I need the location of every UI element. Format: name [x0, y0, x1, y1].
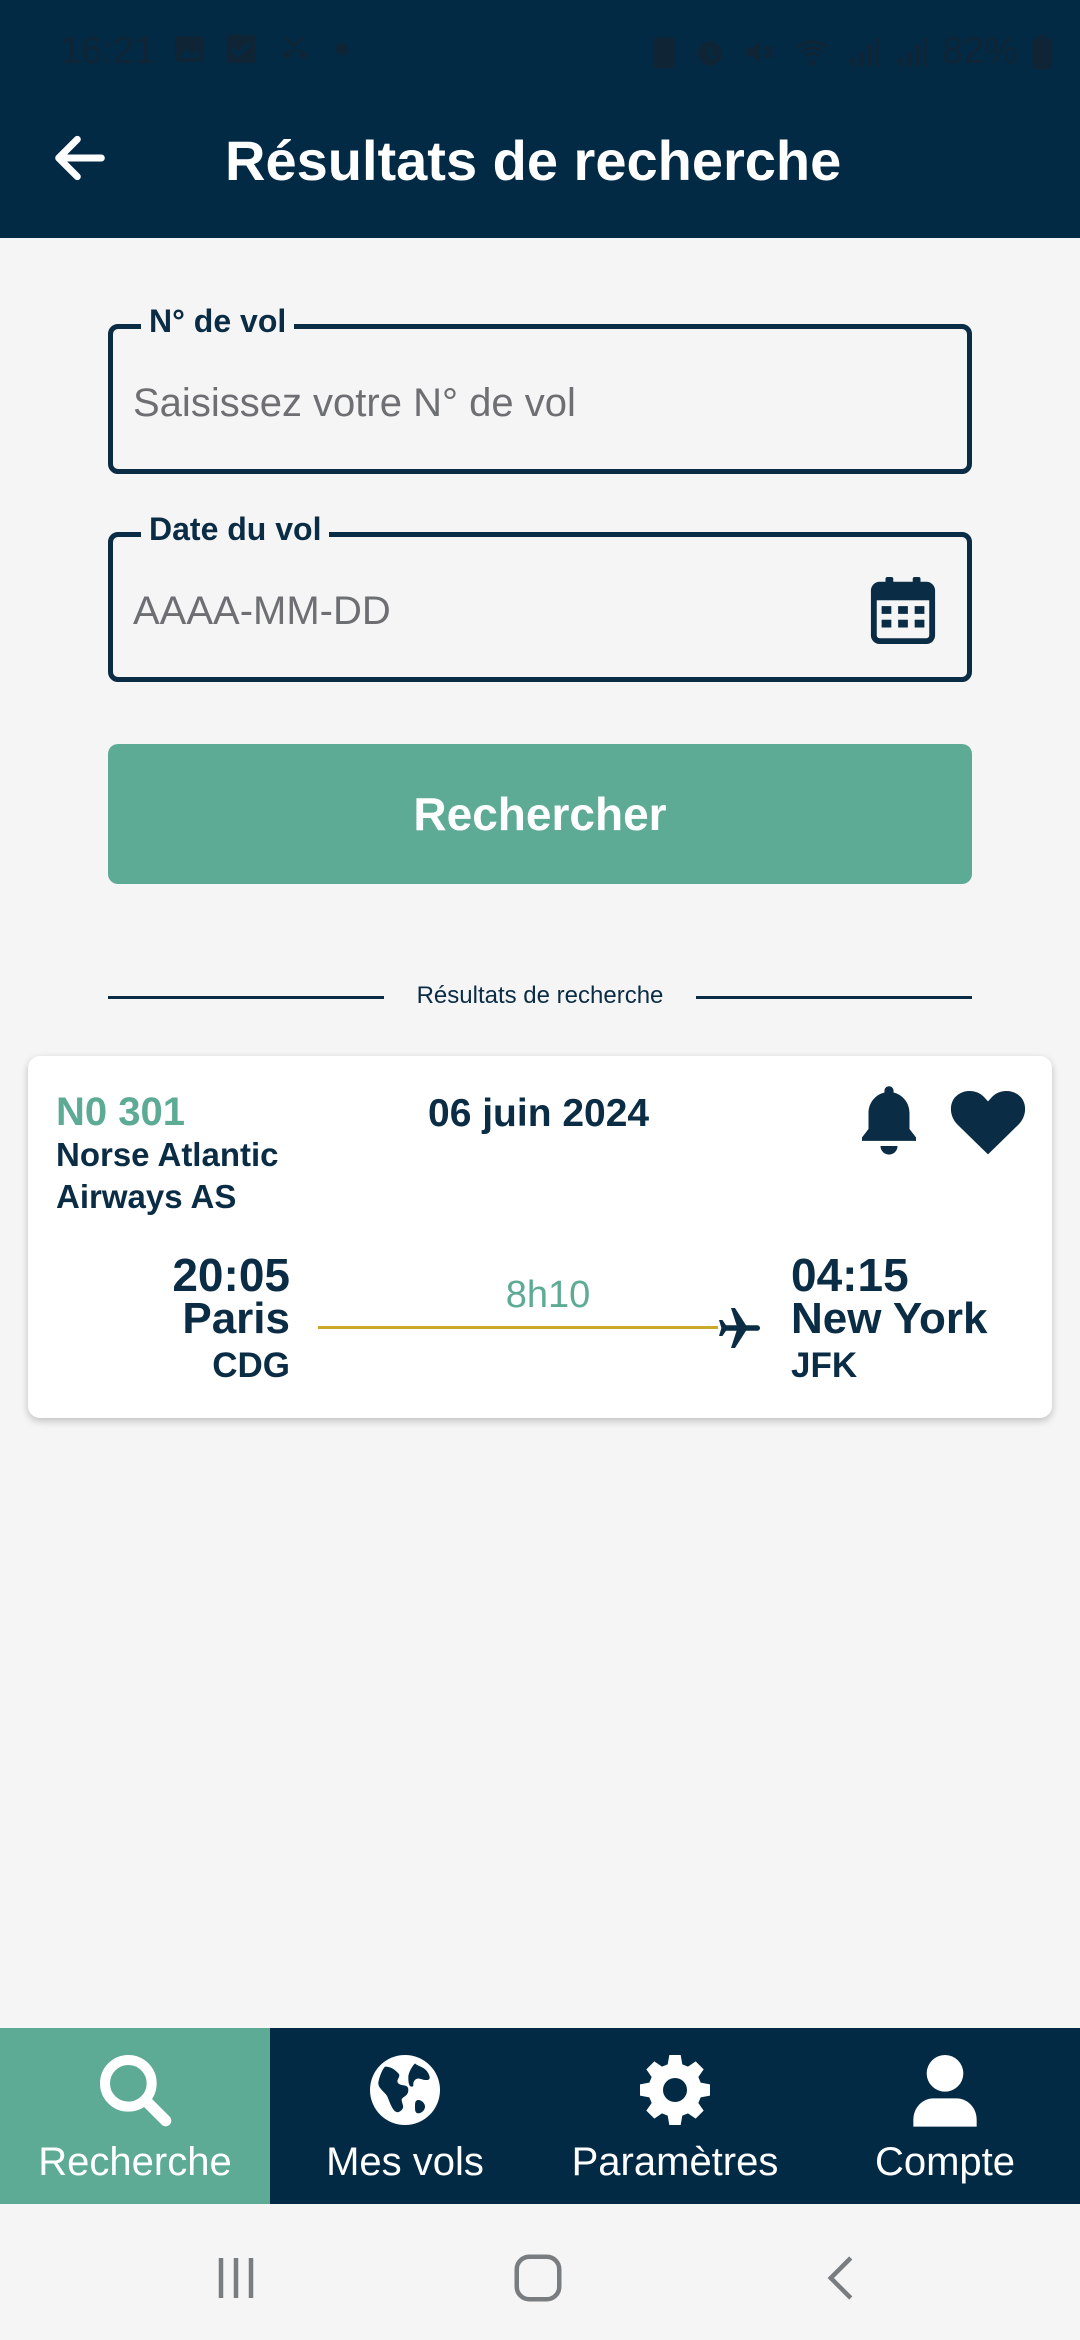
- battery-icon: [1032, 34, 1052, 69]
- nav-label: Paramètres: [571, 2140, 779, 2184]
- nav-label: Mes vols: [326, 2140, 484, 2184]
- wifi-icon: [795, 39, 828, 65]
- alarm-icon: [697, 41, 722, 65]
- flight-number-label: N° de vol: [141, 303, 295, 340]
- divider-right: [696, 996, 972, 999]
- flight-number-field[interactable]: N° de vol Saisissez votre N° de vol: [108, 303, 972, 474]
- notification-icons: [172, 32, 352, 66]
- arrival-city: New York: [791, 1294, 988, 1343]
- flight-number-input[interactable]: Saisissez votre N° de vol: [133, 381, 576, 426]
- system-icons: 82%: [650, 30, 1052, 73]
- nav-item-recherche[interactable]: Recherche: [0, 2028, 270, 2204]
- nav-label: Compte: [874, 2140, 1016, 2184]
- nav-item-compte[interactable]: Compte: [810, 2028, 1080, 2204]
- bell-icon[interactable]: [854, 1082, 924, 1156]
- flight-date-field[interactable]: Date du vol AAAA-MM-DD: [108, 511, 972, 682]
- system-navigation-bar: [0, 2204, 1080, 2340]
- flight-date-input[interactable]: AAAA-MM-DD: [133, 589, 391, 634]
- user-icon: [913, 2055, 977, 2127]
- search-button[interactable]: Rechercher: [108, 744, 972, 884]
- recent-apps-icon[interactable]: [206, 2248, 266, 2308]
- nav-item-parametres[interactable]: Paramètres: [540, 2028, 810, 2204]
- globe-icon: [370, 2055, 440, 2125]
- checkbox-icon: [226, 34, 256, 64]
- top-app-bar: 16:21 82% Résultats de recherche: [0, 0, 1080, 238]
- missed-call-icon: [282, 36, 308, 59]
- gear-icon: [640, 2055, 710, 2125]
- route-line: [318, 1326, 718, 1329]
- signal-icon: [898, 37, 927, 66]
- page-title: Résultats de recherche: [225, 129, 842, 192]
- image-icon: [174, 36, 204, 62]
- airline-name: Norse Atlantic Airways AS: [56, 1136, 279, 1215]
- bottom-navigation: Recherche Mes vols Paramètres Compte: [0, 2028, 1080, 2204]
- flight-number: N0 301: [56, 1090, 185, 1134]
- battery-percent: 82%: [941, 30, 1018, 72]
- back-icon[interactable]: [812, 2248, 872, 2308]
- divider-left: [108, 996, 384, 999]
- flight-date-label: Date du vol: [141, 511, 330, 548]
- departure-code: CDG: [212, 1346, 290, 1385]
- flight-result-card[interactable]: N0 301 Norse Atlantic Airways AS 06 juin…: [28, 1056, 1052, 1418]
- back-arrow-icon[interactable]: [48, 126, 112, 190]
- status-time: 16:21: [60, 30, 156, 72]
- departure-city: Paris: [182, 1294, 290, 1343]
- heart-icon[interactable]: [950, 1090, 1026, 1156]
- calendar-icon[interactable]: [869, 575, 937, 645]
- signal-icon: [850, 37, 879, 66]
- flight-date: 06 juin 2024: [428, 1092, 650, 1135]
- mute-icon: [746, 41, 775, 62]
- battery-saver-icon: [653, 37, 675, 68]
- airplane-icon: [719, 1308, 760, 1348]
- arrival-code: JFK: [791, 1346, 858, 1385]
- flight-duration: 8h10: [505, 1274, 591, 1316]
- search-icon: [100, 2055, 172, 2127]
- nav-item-mes-vols[interactable]: Mes vols: [270, 2028, 540, 2204]
- dot-icon: [336, 43, 348, 55]
- results-divider-label: Résultats de recherche: [416, 982, 664, 1009]
- nav-label: Recherche: [38, 2140, 232, 2184]
- home-icon[interactable]: [508, 2248, 568, 2308]
- status-bar: 16:21 82%: [0, 0, 1080, 100]
